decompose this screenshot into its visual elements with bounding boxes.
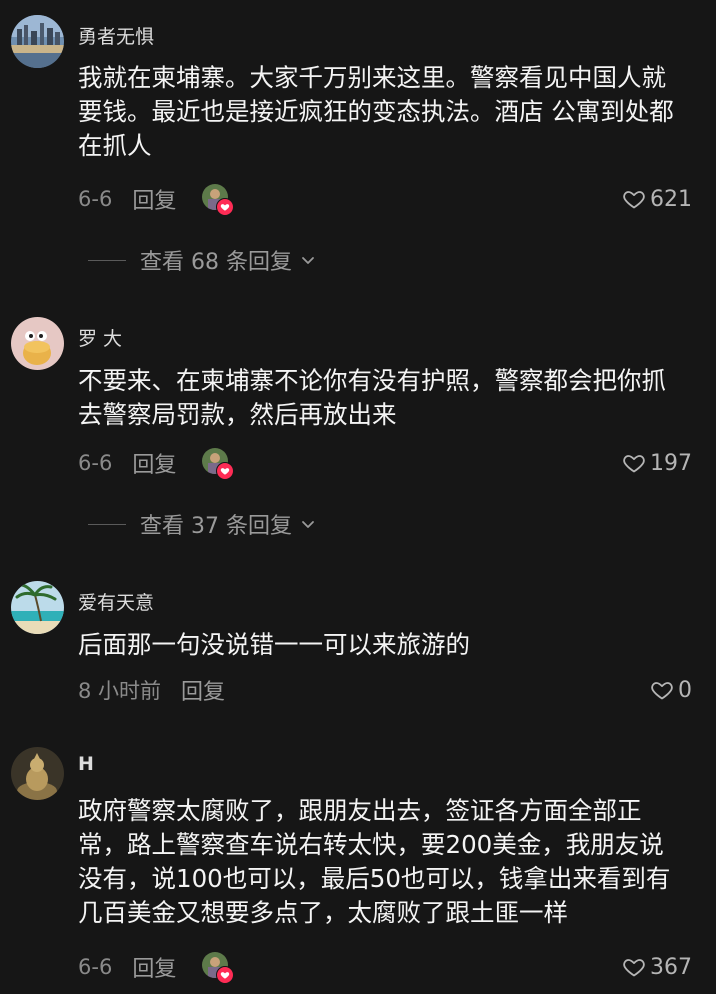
- comment-username[interactable]: 爱有天意: [78, 588, 154, 615]
- heart-badge-icon: [216, 198, 235, 216]
- comment-date: 6-6: [78, 451, 113, 475]
- like-count: 621: [650, 186, 692, 212]
- city-skyline-avatar-icon: [11, 15, 64, 68]
- comment-meta-row: 6-6 回复 367: [78, 951, 692, 984]
- like-count: 0: [678, 677, 692, 703]
- comment-text-line: 去警察局罚款，然后再放出来: [78, 400, 397, 429]
- reply-button[interactable]: 回复: [181, 674, 225, 706]
- view-replies-label: 查看 68 条回复: [140, 250, 292, 275]
- reply-button[interactable]: 回复: [132, 447, 176, 479]
- comment-text-line: 我就在柬埔寨。大家千万别来这里。警察看见中国人就: [78, 63, 666, 92]
- comment-text-line: 后面那一句没说错一一可以来旅游的: [78, 630, 470, 659]
- comment-text: 不要来、在柬埔寨不论你有没有护照，警察都会把你抓 去警察局罚款，然后再放出来: [78, 364, 693, 432]
- comment-meta-row: 6-6 回复 621: [78, 183, 692, 216]
- heart-badge-icon: [216, 966, 235, 984]
- comment-username[interactable]: H: [78, 753, 94, 775]
- heart-outline-icon: [651, 682, 673, 700]
- view-replies-button[interactable]: 查看 68 条回复: [88, 245, 316, 275]
- heart-badge-icon: [216, 462, 235, 480]
- view-replies-label: 查看 37 条回复: [140, 514, 292, 539]
- comment-text-line: 在抓人: [78, 131, 152, 160]
- creator-liked-badge: [202, 184, 235, 216]
- creator-liked-badge: [202, 952, 235, 984]
- comment-username[interactable]: 勇者无惧: [78, 22, 154, 49]
- comment-meta-row: 6-6 回复 197: [78, 447, 692, 480]
- creator-liked-badge: [202, 448, 235, 480]
- comment-text-line: 不要来、在柬埔寨不论你有没有护照，警察都会把你抓: [78, 366, 666, 395]
- heart-outline-icon: [623, 191, 645, 209]
- view-replies-button[interactable]: 查看 37 条回复: [88, 509, 316, 539]
- comment-text: 政府警察太腐败了，跟朋友出去，签证各方面全部正 常，路上警察查车说右转太快，要2…: [78, 794, 693, 930]
- user-avatar[interactable]: [11, 317, 64, 370]
- comment-text-line: 政府警察太腐败了，跟朋友出去，签证各方面全部正: [78, 796, 642, 825]
- comment-text-line: 几百美金又想要多点了，太腐败了跟土匪一样: [78, 898, 568, 927]
- divider-line: [88, 259, 126, 261]
- user-avatar[interactable]: [11, 15, 64, 68]
- comment-text-line: 常，路上警察查车说右转太快，要200美金，我朋友说: [78, 830, 664, 859]
- like-count: 197: [650, 450, 692, 476]
- comment-meta-row: 8 小时前 回复 0: [78, 674, 692, 706]
- divider-line: [88, 523, 126, 525]
- like-button[interactable]: 0: [650, 678, 692, 703]
- like-button[interactable]: 367: [622, 955, 692, 980]
- comment-username[interactable]: 罗 大: [78, 324, 122, 351]
- comment-text-line: 没有，说100也可以，最后50也可以，钱拿出来看到有: [78, 864, 671, 893]
- comment-text: 后面那一句没说错一一可以来旅游的: [78, 628, 693, 662]
- heart-outline-icon: [623, 455, 645, 473]
- like-button[interactable]: 621: [622, 187, 692, 212]
- heart-outline-icon: [623, 959, 645, 977]
- palm-beach-avatar-icon: [11, 581, 64, 634]
- cartoon-cookie-avatar-icon: [11, 317, 64, 370]
- user-avatar[interactable]: [11, 581, 64, 634]
- comment-date: 8 小时前: [78, 679, 162, 703]
- like-button[interactable]: 197: [622, 451, 692, 476]
- like-count: 367: [650, 954, 692, 980]
- comment-text-line: 要钱。最近也是接近疯狂的变态执法。酒店 公寓到处都: [78, 97, 674, 126]
- chevron-down-icon: [302, 521, 314, 528]
- buddha-statue-avatar-icon: [11, 747, 64, 800]
- comment-date: 6-6: [78, 187, 113, 211]
- comment-text: 我就在柬埔寨。大家千万别来这里。警察看见中国人就 要钱。最近也是接近疯狂的变态执…: [78, 61, 693, 163]
- chevron-down-icon: [302, 257, 314, 264]
- comment-date: 6-6: [78, 955, 113, 979]
- reply-button[interactable]: 回复: [132, 183, 176, 215]
- reply-button[interactable]: 回复: [132, 951, 176, 983]
- user-avatar[interactable]: [11, 747, 64, 800]
